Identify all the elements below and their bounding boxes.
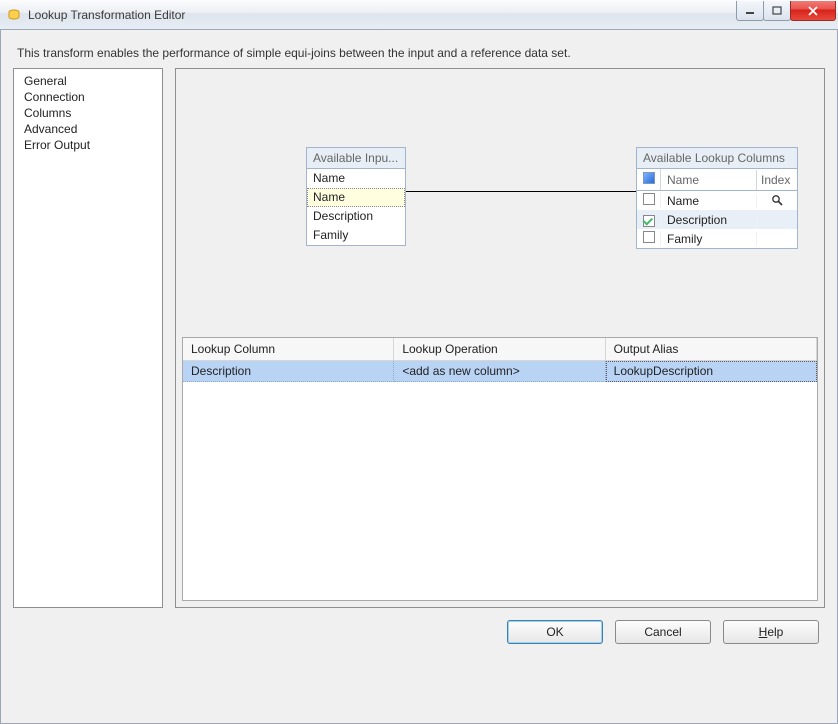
help-button[interactable]: Help [723, 620, 819, 644]
window-title: Lookup Transformation Editor [28, 8, 737, 22]
lookup-family-label: Family [661, 232, 757, 246]
input-columns-title: Available Inpu... [307, 148, 405, 169]
lookup-description-checkbox[interactable] [643, 215, 655, 227]
lookup-description-label: Description [661, 213, 757, 227]
app-icon [6, 7, 22, 23]
input-col-family[interactable]: Family [307, 226, 405, 245]
maximize-button[interactable] [763, 1, 791, 21]
lookup-columns-title: Available Lookup Columns [637, 148, 797, 169]
grid-cell-output-alias[interactable]: LookupDescription [606, 361, 817, 382]
lookup-header-index[interactable]: Index [757, 170, 797, 190]
nav-item-error-output[interactable]: Error Output [14, 137, 162, 153]
nav-item-columns[interactable]: Columns [14, 105, 162, 121]
nav-panel: General Connection Columns Advanced Erro… [13, 68, 163, 608]
lookup-name-checkbox[interactable] [643, 193, 655, 205]
ok-button[interactable]: OK [507, 620, 603, 644]
nav-item-general[interactable]: General [14, 73, 162, 89]
grid-empty-area [183, 382, 817, 600]
input-col-name-0[interactable]: Name [307, 169, 405, 188]
select-all-checkbox[interactable] [643, 172, 655, 184]
title-bar: Lookup Transformation Editor [0, 0, 838, 30]
lookup-name-label: Name [661, 194, 757, 208]
output-grid: Lookup Column Lookup Operation Output Al… [182, 337, 818, 601]
available-input-columns-box[interactable]: Available Inpu... Name Name Description … [306, 147, 406, 246]
grid-header-row: Lookup Column Lookup Operation Output Al… [183, 338, 817, 361]
close-button[interactable] [790, 1, 836, 21]
grid-cell-lookup-column[interactable]: Description [183, 361, 394, 382]
lookup-row-name[interactable]: Name [637, 191, 797, 210]
client-area: This transform enables the performance o… [0, 30, 838, 724]
description-text: This transform enables the performance o… [1, 30, 837, 68]
nav-item-advanced[interactable]: Advanced [14, 121, 162, 137]
available-lookup-columns-box[interactable]: Available Lookup Columns Name Index Name [636, 147, 798, 249]
grid-cell-lookup-operation[interactable]: <add as new column> [394, 361, 605, 382]
lookup-header-name[interactable]: Name [661, 170, 757, 190]
lookup-family-checkbox[interactable] [643, 231, 655, 243]
lookup-row-family[interactable]: Family [637, 229, 797, 248]
mapping-area: Available Inpu... Name Name Description … [176, 69, 824, 337]
minimize-button[interactable] [736, 1, 764, 21]
lookup-columns-header-row: Name Index [637, 169, 797, 191]
grid-data-row[interactable]: Description <add as new column> LookupDe… [183, 361, 817, 382]
columns-panel: Available Inpu... Name Name Description … [175, 68, 825, 608]
lookup-row-description[interactable]: Description [637, 210, 797, 229]
dialog-button-row: OK Cancel Help [1, 608, 837, 660]
mapping-connector-line[interactable] [406, 191, 636, 192]
input-col-name-1[interactable]: Name [307, 188, 405, 207]
cancel-button[interactable]: Cancel [615, 620, 711, 644]
window-controls [737, 0, 838, 29]
grid-header-lookup-column[interactable]: Lookup Column [183, 338, 394, 361]
input-col-description[interactable]: Description [307, 207, 405, 226]
grid-header-output-alias[interactable]: Output Alias [606, 338, 817, 361]
grid-header-lookup-operation[interactable]: Lookup Operation [394, 338, 605, 361]
nav-item-connection[interactable]: Connection [14, 89, 162, 105]
magnifier-icon[interactable] [771, 194, 784, 207]
